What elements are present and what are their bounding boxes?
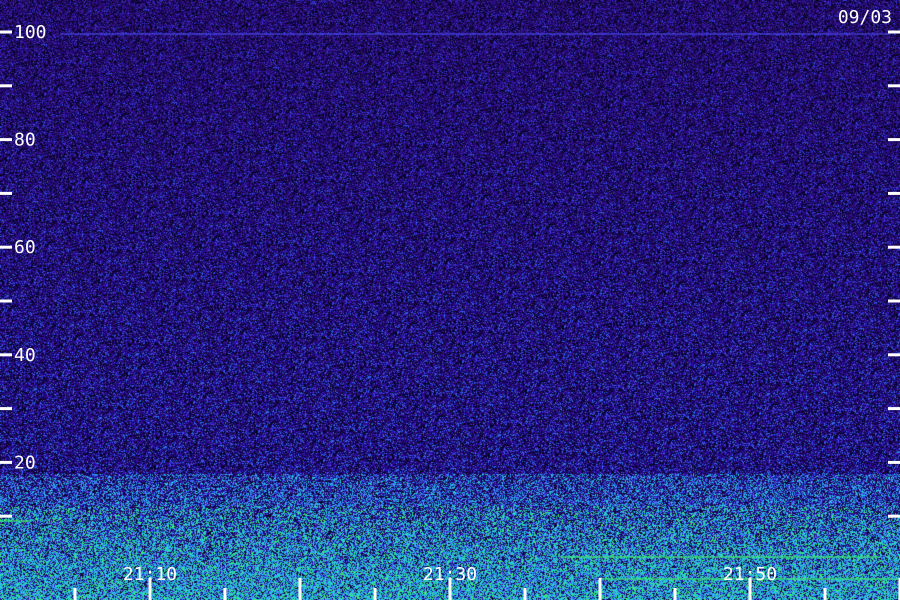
y-tick-label: 40 <box>14 345 36 366</box>
y-tick-label: 100 <box>14 22 47 43</box>
x-tick-label: 21:10 <box>123 564 177 585</box>
x-tick-label: 21:30 <box>423 564 477 585</box>
y-axis-left <box>0 30 12 518</box>
x-axis-labels: 21:10 21:30 21:50 <box>123 564 777 585</box>
y-tick-label: 20 <box>14 452 36 473</box>
y-axis-labels: 20 40 60 80 100 <box>14 22 47 473</box>
axis-overlay: 20 40 60 80 100 21:10 21:30 21:50 09/03 <box>0 7 900 600</box>
y-tick-label: 60 <box>14 237 36 258</box>
y-axis-right <box>888 30 900 518</box>
x-tick-label: 21:50 <box>723 564 777 585</box>
date-label: 09/03 <box>838 7 892 28</box>
y-tick-label: 80 <box>14 130 36 151</box>
